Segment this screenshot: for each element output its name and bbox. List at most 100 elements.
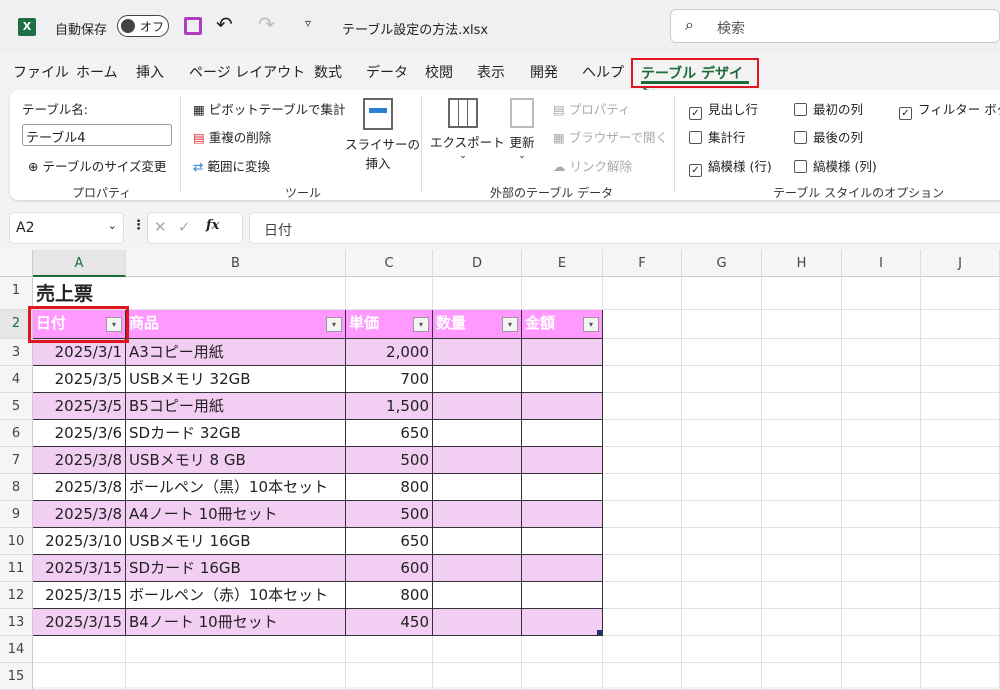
row-header-5[interactable]: 5: [0, 393, 33, 420]
row-header-3[interactable]: 3: [0, 339, 33, 366]
cell-F15[interactable]: [603, 663, 682, 690]
cell-C10[interactable]: 650: [346, 528, 433, 555]
row-header-4[interactable]: 4: [0, 366, 33, 393]
cell-H11[interactable]: [762, 555, 842, 582]
cell-G9[interactable]: [682, 501, 762, 528]
cell-G10[interactable]: [682, 528, 762, 555]
column-header-I[interactable]: I: [842, 250, 921, 277]
convert-to-range-button[interactable]: ⇄ 範囲に変換: [193, 156, 270, 175]
cell-F7[interactable]: [603, 447, 682, 474]
cell-I8[interactable]: [842, 474, 921, 501]
cell-J14[interactable]: [921, 636, 1000, 663]
cell-A5[interactable]: 2025/3/5: [33, 393, 126, 420]
banded-rows-checkbox[interactable]: ✓ 縞模様 (行): [689, 156, 772, 177]
cell-F10[interactable]: [603, 528, 682, 555]
cell-G12[interactable]: [682, 582, 762, 609]
cell-C5[interactable]: 1,500: [346, 393, 433, 420]
export-button[interactable]: エクスポート ⌄: [430, 98, 505, 161]
cell-A11[interactable]: 2025/3/15: [33, 555, 126, 582]
cell-H10[interactable]: [762, 528, 842, 555]
cell-B3[interactable]: A3コピー用紙: [126, 339, 346, 366]
save-icon[interactable]: [184, 17, 202, 35]
cell-F6[interactable]: [603, 420, 682, 447]
cell-C1[interactable]: [346, 277, 433, 310]
cell-A7[interactable]: 2025/3/8: [33, 447, 126, 474]
cell-J6[interactable]: [921, 420, 1000, 447]
cell-C12[interactable]: 800: [346, 582, 433, 609]
cell-B4[interactable]: USBメモリ 32GB: [126, 366, 346, 393]
cell-F12[interactable]: [603, 582, 682, 609]
cell-C15[interactable]: [346, 663, 433, 690]
cell-C8[interactable]: 800: [346, 474, 433, 501]
cell-G3[interactable]: [682, 339, 762, 366]
cell-B7[interactable]: USBメモリ 8 GB: [126, 447, 346, 474]
cell-C13[interactable]: 450: [346, 609, 433, 636]
cell-G5[interactable]: [682, 393, 762, 420]
cell-J13[interactable]: [921, 609, 1000, 636]
cell-A14[interactable]: [33, 636, 126, 663]
tab-view[interactable]: 表示: [477, 62, 505, 82]
cell-H4[interactable]: [762, 366, 842, 393]
cell-E8[interactable]: [522, 474, 603, 501]
cell-C6[interactable]: 650: [346, 420, 433, 447]
header-row-checkbox[interactable]: ✓ 見出し行: [689, 99, 758, 120]
cell-A10[interactable]: 2025/3/10: [33, 528, 126, 555]
cell-H8[interactable]: [762, 474, 842, 501]
cell-F3[interactable]: [603, 339, 682, 366]
column-header-D[interactable]: D: [433, 250, 522, 277]
insert-function-icon[interactable]: fx: [206, 218, 219, 233]
cell-H13[interactable]: [762, 609, 842, 636]
cell-H9[interactable]: [762, 501, 842, 528]
cell-A8[interactable]: 2025/3/8: [33, 474, 126, 501]
enter-icon[interactable]: ✓: [178, 218, 191, 236]
row-header-8[interactable]: 8: [0, 474, 33, 501]
autosave-toggle[interactable]: オフ: [117, 15, 169, 37]
cell-I5[interactable]: [842, 393, 921, 420]
row-header-12[interactable]: 12: [0, 582, 33, 609]
cell-G8[interactable]: [682, 474, 762, 501]
cell-C4[interactable]: 700: [346, 366, 433, 393]
row-header-6[interactable]: 6: [0, 420, 33, 447]
cell-E5[interactable]: [522, 393, 603, 420]
cell-I15[interactable]: [842, 663, 921, 690]
cell-A3[interactable]: 2025/3/1: [33, 339, 126, 366]
column-header-J[interactable]: J: [921, 250, 1000, 277]
tab-home[interactable]: ホーム: [76, 62, 118, 82]
filter-dropdown-button[interactable]: ▾: [413, 317, 429, 332]
cell-G1[interactable]: [682, 277, 762, 310]
cell-J1[interactable]: [921, 277, 1000, 310]
cell-I12[interactable]: [842, 582, 921, 609]
cell-C11[interactable]: 600: [346, 555, 433, 582]
filter-dropdown-button[interactable]: ▾: [502, 317, 518, 332]
cell-H6[interactable]: [762, 420, 842, 447]
cell-I14[interactable]: [842, 636, 921, 663]
cell-F5[interactable]: [603, 393, 682, 420]
cell-F9[interactable]: [603, 501, 682, 528]
cell-I2[interactable]: [842, 310, 921, 339]
redo-icon[interactable]: ↷: [258, 12, 275, 36]
cell-C9[interactable]: 500: [346, 501, 433, 528]
cell-D8[interactable]: [433, 474, 522, 501]
cell-D4[interactable]: [433, 366, 522, 393]
cell-D3[interactable]: [433, 339, 522, 366]
cell-J8[interactable]: [921, 474, 1000, 501]
tab-page-layout[interactable]: ページ レイアウト: [189, 62, 305, 82]
cell-G4[interactable]: [682, 366, 762, 393]
cell-B11[interactable]: SDカード 16GB: [126, 555, 346, 582]
cell-H14[interactable]: [762, 636, 842, 663]
cell-J10[interactable]: [921, 528, 1000, 555]
cell-J15[interactable]: [921, 663, 1000, 690]
cell-J3[interactable]: [921, 339, 1000, 366]
cell-A15[interactable]: [33, 663, 126, 690]
cell-J2[interactable]: [921, 310, 1000, 339]
undo-icon[interactable]: ↶: [216, 12, 233, 36]
select-all-button[interactable]: [0, 250, 33, 277]
last-column-checkbox[interactable]: 最後の列: [794, 127, 863, 146]
cell-B9[interactable]: A4ノート 10冊セット: [126, 501, 346, 528]
cell-B1[interactable]: [126, 277, 346, 310]
filter-dropdown-button[interactable]: ▾: [583, 317, 599, 332]
banded-columns-checkbox[interactable]: 縞模様 (列): [794, 156, 877, 175]
cell-D10[interactable]: [433, 528, 522, 555]
cell-B13[interactable]: B4ノート 10冊セット: [126, 609, 346, 636]
resize-table-button[interactable]: ⊕ テーブルのサイズ変更: [28, 156, 166, 175]
